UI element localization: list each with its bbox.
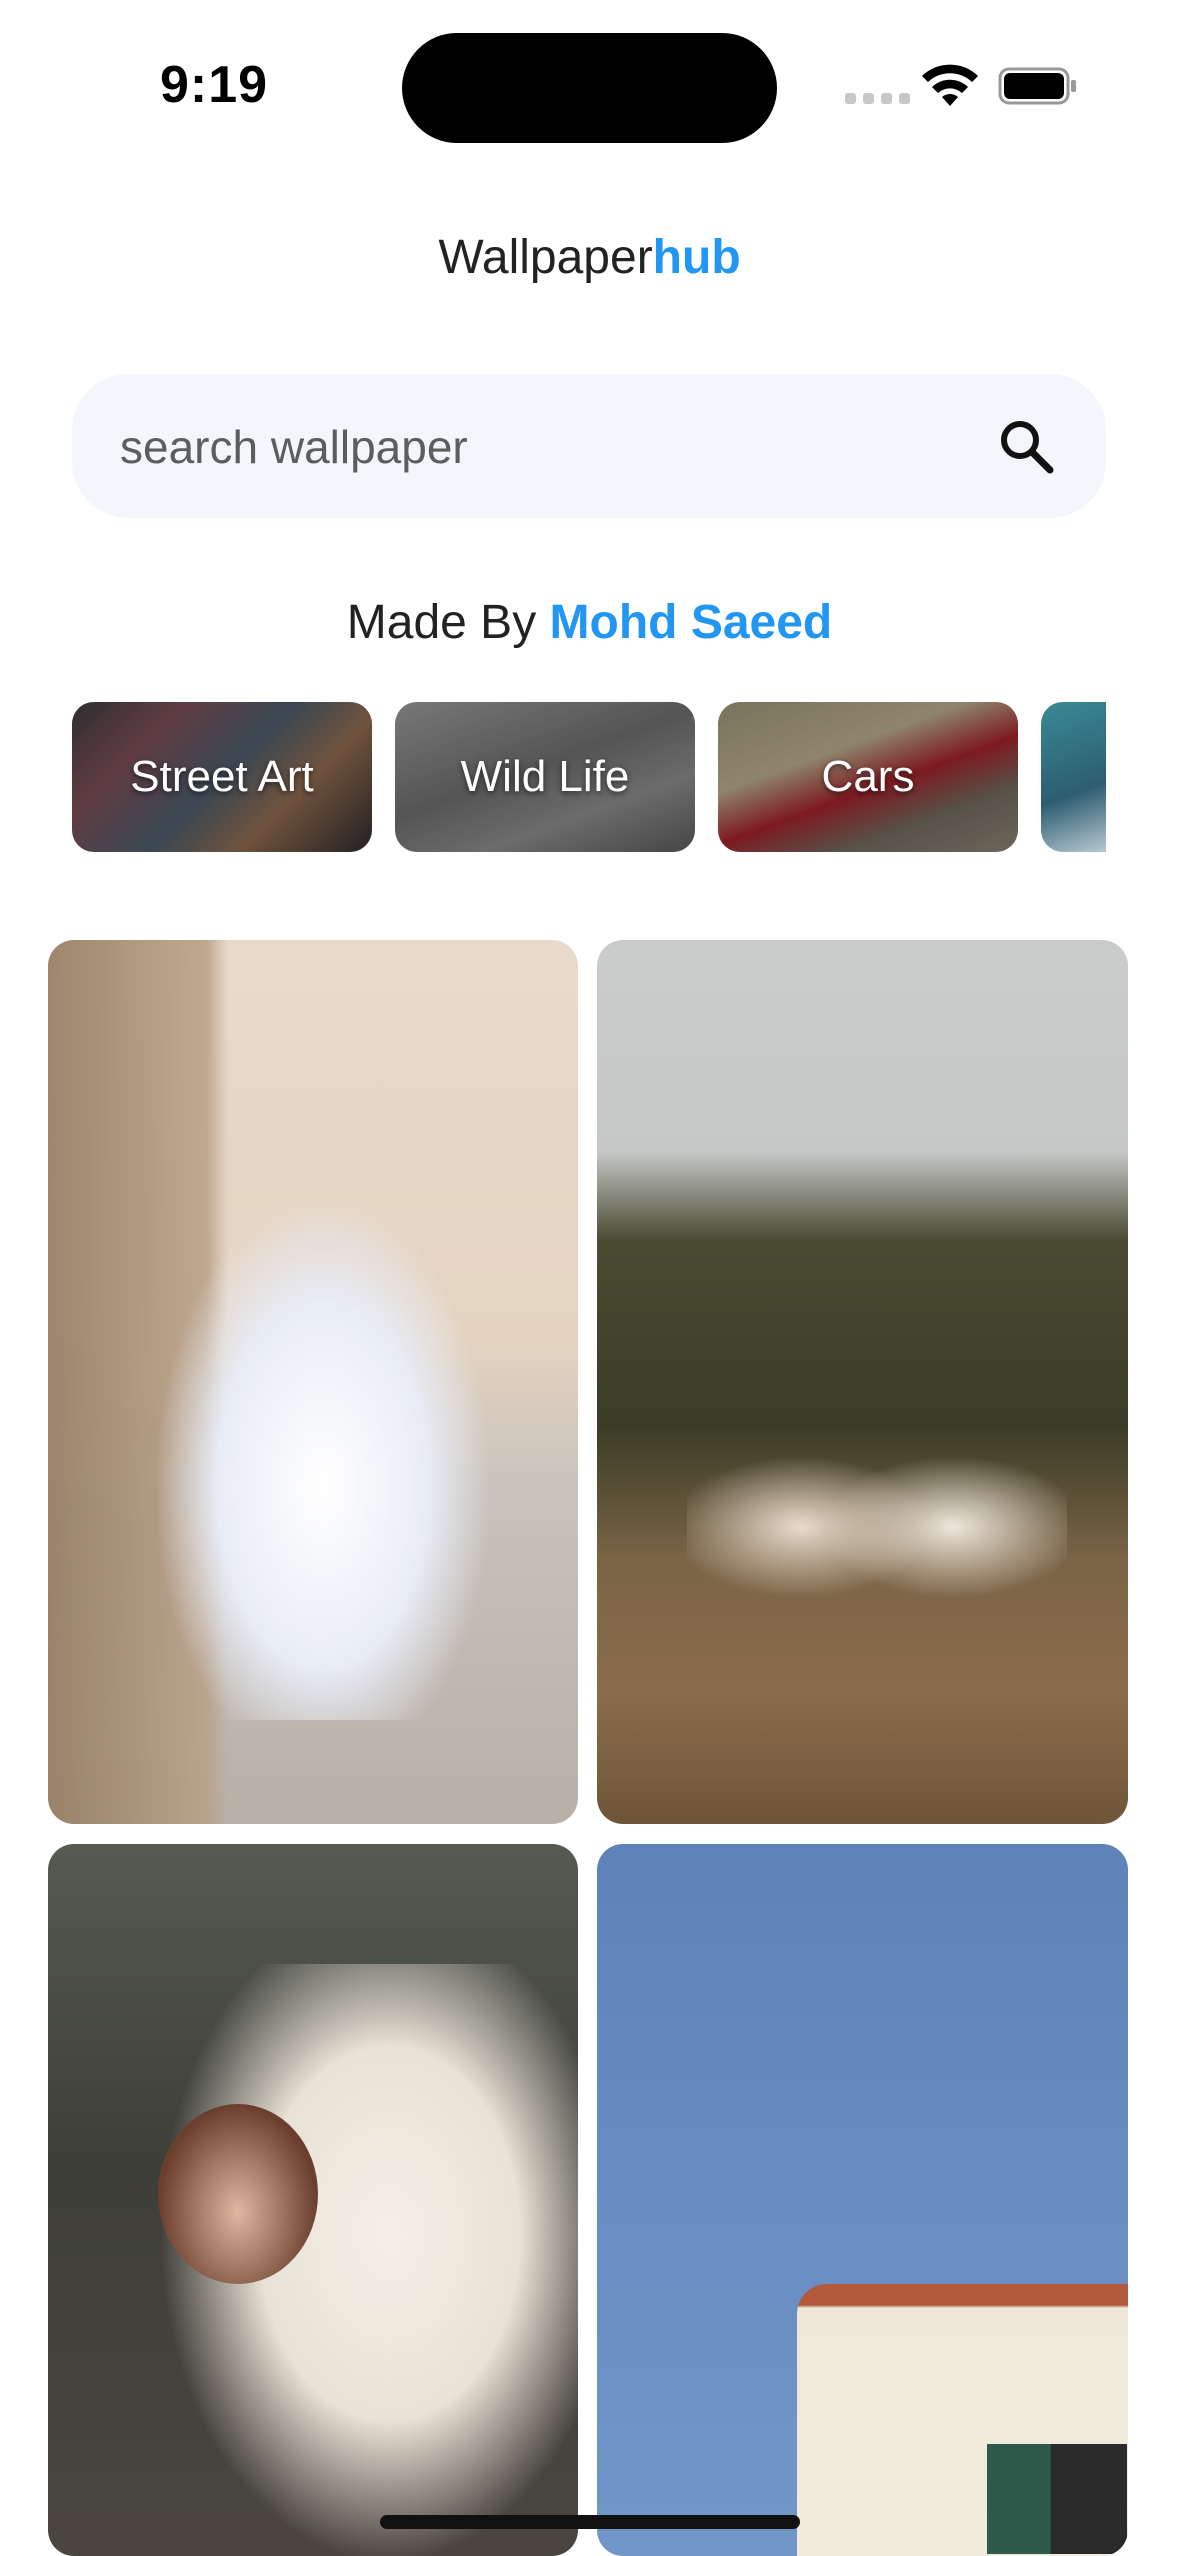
wallpaper-tile-angel-wings[interactable] [48,1844,578,2556]
home-indicator[interactable] [380,2515,800,2529]
dynamic-island [402,33,777,143]
category-wild-life[interactable]: Wild Life [395,702,695,852]
cellular-signal-icon [845,93,910,104]
battery-icon [998,67,1076,105]
credit-author: Mohd Saeed [549,596,833,649]
app-title-accent: hub [652,231,741,284]
search-input[interactable] [118,410,982,484]
category-label: Wild Life [460,752,630,801]
search-icon[interactable] [994,414,1058,478]
category-label: Cars [821,752,915,801]
wallpaper-image-detail [158,2104,318,2284]
credit-line: Made By Mohd Saeed [0,595,1179,650]
wallpaper-image [687,1410,1067,1670]
app-title-main: Wallpaper [438,231,653,284]
category-street-art[interactable]: Street Art [72,702,372,852]
app-title: Wallpaperhub [0,230,1179,285]
wallpaper-image [158,1200,488,1720]
search-bar [72,374,1106,518]
category-partial[interactable] [1041,702,1106,852]
wallpaper-tile-girl-in-dress[interactable] [48,940,578,1824]
wifi-icon [922,64,978,106]
category-list: Street Art Wild Life Cars [72,702,1106,852]
category-cars[interactable]: Cars [718,702,1018,852]
wallpaper-tile-house-sky[interactable] [597,1844,1128,2556]
category-label: Street Art [130,752,314,801]
wallpaper-tile-couple-walking[interactable] [597,940,1128,1824]
status-time: 9:19 [160,56,269,114]
credit-prefix: Made By [346,596,550,649]
wallpaper-image-detail [987,2444,1127,2554]
